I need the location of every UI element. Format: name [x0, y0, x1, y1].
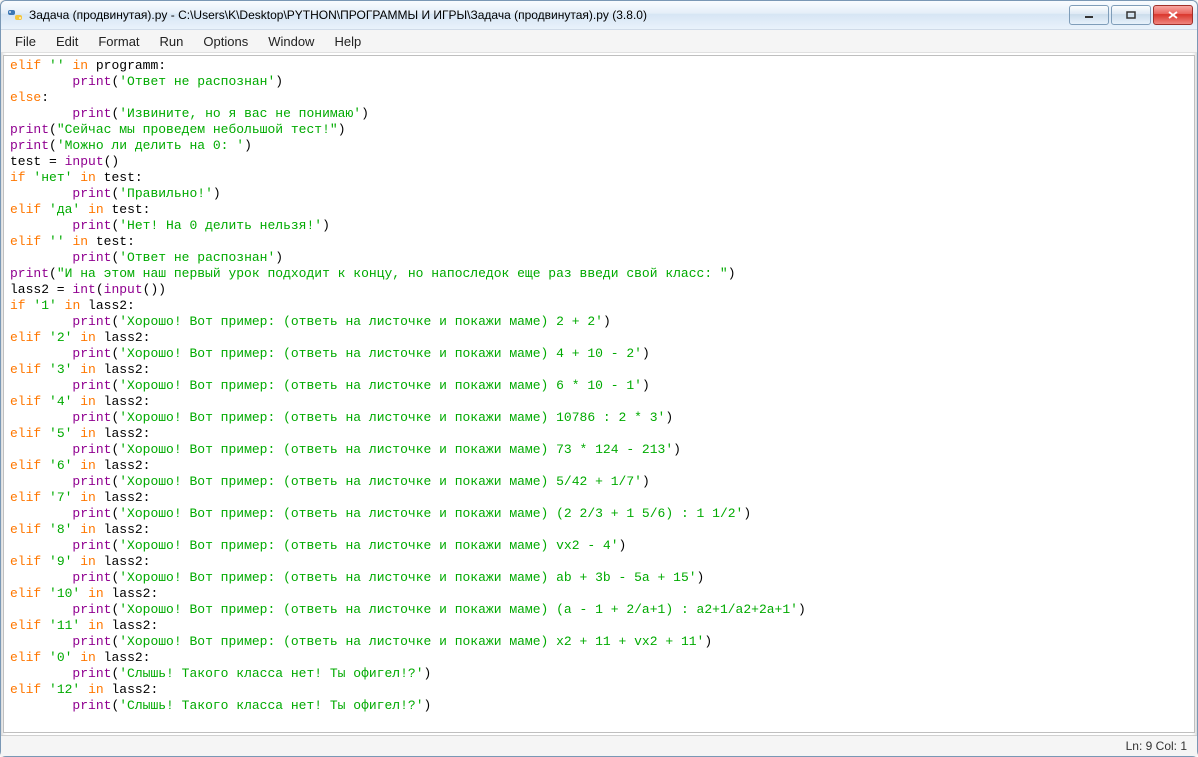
code-line[interactable]: elif '9' in lass2:: [10, 554, 1188, 570]
code-line[interactable]: elif '4' in lass2:: [10, 394, 1188, 410]
code-line[interactable]: print('Ответ не распознан'): [10, 250, 1188, 266]
menu-file[interactable]: File: [5, 32, 46, 51]
code-line[interactable]: elif '5' in lass2:: [10, 426, 1188, 442]
code-line[interactable]: print('Правильно!'): [10, 186, 1188, 202]
code-line[interactable]: print('Слышь! Такого класса нет! Ты офиг…: [10, 666, 1188, 682]
code-line[interactable]: print("И на этом наш первый урок подходи…: [10, 266, 1188, 282]
menu-edit[interactable]: Edit: [46, 32, 88, 51]
code-line[interactable]: elif '2' in lass2:: [10, 330, 1188, 346]
code-line[interactable]: elif '3' in lass2:: [10, 362, 1188, 378]
menu-window[interactable]: Window: [258, 32, 324, 51]
code-line[interactable]: print('Хорошо! Вот пример: (ответь на ли…: [10, 378, 1188, 394]
code-line[interactable]: if '1' in lass2:: [10, 298, 1188, 314]
code-line[interactable]: print('Хорошо! Вот пример: (ответь на ли…: [10, 602, 1188, 618]
minimize-button[interactable]: [1069, 5, 1109, 25]
code-line[interactable]: elif '10' in lass2:: [10, 586, 1188, 602]
code-line[interactable]: elif '12' in lass2:: [10, 682, 1188, 698]
code-line[interactable]: print('Ответ не распознан'): [10, 74, 1188, 90]
code-line[interactable]: print("Сейчас мы проведем небольшой тест…: [10, 122, 1188, 138]
window-buttons: [1067, 5, 1193, 25]
code-line[interactable]: elif '11' in lass2:: [10, 618, 1188, 634]
close-button[interactable]: [1153, 5, 1193, 25]
idle-icon: [7, 7, 23, 23]
code-line[interactable]: print('Хорошо! Вот пример: (ответь на ли…: [10, 346, 1188, 362]
window-title: Задача (продвинутая).py - C:\Users\K\Des…: [29, 8, 1067, 22]
code-line[interactable]: print('Хорошо! Вот пример: (ответь на ли…: [10, 506, 1188, 522]
titlebar: Задача (продвинутая).py - C:\Users\K\Des…: [1, 1, 1197, 29]
code-line[interactable]: elif 'да' in test:: [10, 202, 1188, 218]
code-line[interactable]: print('Хорошо! Вот пример: (ответь на ли…: [10, 314, 1188, 330]
code-line[interactable]: elif '' in programm:: [10, 58, 1188, 74]
code-line[interactable]: elif '7' in lass2:: [10, 490, 1188, 506]
code-line[interactable]: else:: [10, 90, 1188, 106]
code-line[interactable]: print('Хорошо! Вот пример: (ответь на ли…: [10, 442, 1188, 458]
menu-options[interactable]: Options: [193, 32, 258, 51]
code-line[interactable]: print('Хорошо! Вот пример: (ответь на ли…: [10, 410, 1188, 426]
menu-run[interactable]: Run: [150, 32, 194, 51]
cursor-position: Ln: 9 Col: 1: [1126, 739, 1187, 753]
maximize-button[interactable]: [1111, 5, 1151, 25]
app-window: Задача (продвинутая).py - C:\Users\K\Des…: [0, 0, 1198, 757]
code-editor[interactable]: elif '' in programm: print('Ответ не рас…: [4, 56, 1194, 732]
menu-format[interactable]: Format: [88, 32, 149, 51]
code-line[interactable]: print('Хорошо! Вот пример: (ответь на ли…: [10, 538, 1188, 554]
code-line[interactable]: if 'нет' in test:: [10, 170, 1188, 186]
code-line[interactable]: test = input(): [10, 154, 1188, 170]
code-line[interactable]: print('Нет! На 0 делить нельзя!'): [10, 218, 1188, 234]
status-bar: Ln: 9 Col: 1: [1, 735, 1197, 756]
menu-bar: File Edit Format Run Options Window Help: [1, 29, 1197, 53]
code-line[interactable]: print('Слышь! Такого класса нет! Ты офиг…: [10, 698, 1188, 714]
code-line[interactable]: lass2 = int(input()): [10, 282, 1188, 298]
code-line[interactable]: elif '6' in lass2:: [10, 458, 1188, 474]
code-line[interactable]: elif '0' in lass2:: [10, 650, 1188, 666]
code-line[interactable]: elif '8' in lass2:: [10, 522, 1188, 538]
menu-help[interactable]: Help: [324, 32, 371, 51]
code-line[interactable]: elif '' in test:: [10, 234, 1188, 250]
code-line[interactable]: print('Хорошо! Вот пример: (ответь на ли…: [10, 474, 1188, 490]
code-line[interactable]: print('Хорошо! Вот пример: (ответь на ли…: [10, 570, 1188, 586]
code-line[interactable]: print('Можно ли делить на 0: '): [10, 138, 1188, 154]
code-line[interactable]: print('Извините, но я вас не понимаю'): [10, 106, 1188, 122]
code-line[interactable]: print('Хорошо! Вот пример: (ответь на ли…: [10, 634, 1188, 650]
editor-frame: elif '' in programm: print('Ответ не рас…: [3, 55, 1195, 733]
